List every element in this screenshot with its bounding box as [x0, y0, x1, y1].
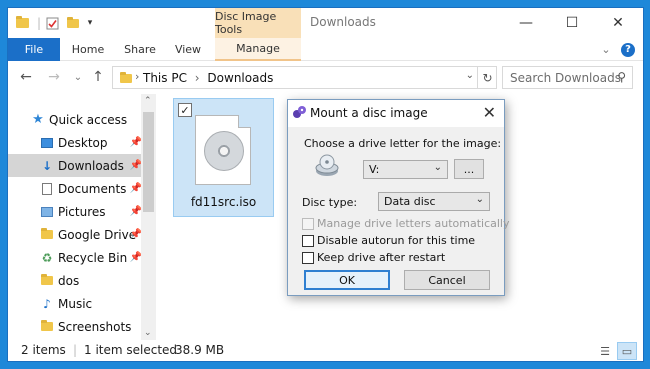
pictures-folder-icon [39, 206, 55, 217]
google-drive-icon [39, 228, 55, 239]
tab-share[interactable]: Share [118, 38, 162, 61]
scroll-up-icon[interactable]: ⌃ [144, 96, 152, 106]
sidebar-item-pictures[interactable]: Pictures 📌 [8, 200, 148, 223]
browse-button[interactable]: ... [454, 159, 484, 179]
scroll-down-icon[interactable]: ⌄ [144, 328, 152, 338]
recent-locations-icon[interactable]: ⌄ [68, 68, 88, 86]
manage-drive-letters-checkbox[interactable] [302, 218, 314, 230]
keep-drive-checkbox[interactable] [302, 252, 314, 264]
item-count: 2 items [21, 343, 66, 357]
manage-drive-letters-label: Manage drive letters automatically [317, 217, 510, 230]
maximize-button[interactable]: ☐ [549, 8, 595, 38]
title-bar: | ▾ Disc Image Tools Downloads — ☐ ✕ [8, 8, 643, 38]
details-view-icon[interactable]: ☰ [595, 342, 615, 360]
desktop-folder-icon [39, 137, 55, 148]
minimize-button[interactable]: — [503, 8, 549, 38]
selection-size: 38.9 MB [175, 343, 225, 357]
disc-type-select[interactable]: Data disc ⌄ [378, 192, 490, 211]
dialog-title: Mount a disc image [310, 106, 428, 120]
scrollbar-thumb[interactable] [143, 112, 154, 212]
drive-icon [314, 153, 340, 182]
ribbon: File Home Share View Manage ⌄ ? [8, 38, 643, 61]
sidebar-item-dos[interactable]: dos [8, 269, 148, 292]
disc-image-tools-tab-header: Disc Image Tools [215, 8, 301, 38]
dialog-close-icon[interactable]: ✕ [483, 103, 496, 122]
breadcrumb: This PC › Downloads [143, 71, 274, 85]
divider: | [36, 16, 42, 30]
address-dropdown-icon[interactable]: ⌄ [466, 70, 474, 81]
up-arrow-icon[interactable]: ↑ [88, 68, 108, 86]
navigation-scrollbar[interactable]: ⌃ ⌄ [141, 94, 156, 340]
refresh-icon[interactable]: ↻ [477, 66, 497, 89]
sidebar-item-music[interactable]: ♪ Music [8, 292, 148, 315]
dialog-title-bar: Mount a disc image ✕ [288, 100, 504, 127]
chevron-down-icon: ⌄ [433, 162, 442, 173]
sidebar-item-screenshots[interactable]: Screenshots [8, 315, 148, 338]
keep-drive-label: Keep drive after restart [317, 251, 446, 264]
music-folder-icon: ♪ [43, 296, 51, 311]
status-bar: 2 items | 1 item selected 38.9 MB ☰ ▭ [8, 340, 643, 361]
search-icon: ⚲ [617, 70, 626, 84]
address-bar[interactable]: › This PC › Downloads ⌄ ↻ [112, 66, 497, 89]
drive-letter-label: Choose a drive letter for the image: [304, 137, 502, 150]
sidebar-item-downloads[interactable]: ↓ Downloads 📌 [8, 154, 148, 177]
file-item[interactable]: ✓ fd11src.iso [173, 98, 274, 217]
star-icon: ★ [32, 112, 44, 127]
properties-icon[interactable] [44, 15, 60, 31]
status-divider: | [73, 343, 78, 357]
help-icon[interactable]: ? [620, 38, 636, 61]
sidebar-item-documents[interactable]: Documents 📌 [8, 177, 148, 200]
search-input[interactable]: Search Downloads ⚲ [502, 66, 633, 89]
documents-folder-icon [39, 182, 55, 195]
breadcrumb-this-pc[interactable]: This PC [143, 71, 187, 85]
address-row: ← → ⌄ ↑ › This PC › Downloads ⌄ ↻ Search… [8, 62, 643, 92]
forward-arrow-icon[interactable]: → [44, 68, 64, 86]
ok-button[interactable]: OK [304, 270, 390, 290]
path-separator: › [135, 70, 140, 83]
customize-quick-access-icon[interactable]: ▾ [84, 15, 96, 31]
downloads-folder-icon [120, 72, 132, 86]
disable-autorun-label: Disable autorun for this time [317, 234, 476, 247]
disc-type-label: Disc type: [302, 196, 358, 209]
sidebar-item-recycle-bin[interactable]: ♻ Recycle Bin 📌 [8, 246, 148, 269]
disable-autorun-checkbox[interactable] [302, 235, 314, 247]
mount-disc-image-dialog: Mount a disc image ✕ Choose a drive lett… [287, 99, 509, 296]
file-name: fd11src.iso [190, 195, 257, 209]
window-title: Downloads [310, 15, 376, 29]
folder-icon [14, 15, 30, 31]
drive-letter-select[interactable]: V: ⌄ [363, 160, 448, 179]
disc-image-icon [195, 115, 251, 185]
sidebar-item-google-drive[interactable]: Google Drive 📌 [8, 223, 148, 246]
close-button[interactable]: ✕ [595, 8, 641, 38]
cancel-button[interactable]: Cancel [404, 270, 490, 290]
tab-manage[interactable]: Manage [215, 38, 301, 61]
sidebar-item-desktop[interactable]: Desktop 📌 [8, 131, 148, 154]
back-arrow-icon[interactable]: ← [16, 68, 36, 86]
new-folder-icon[interactable] [65, 15, 81, 31]
tab-file[interactable]: File [8, 38, 60, 61]
large-icons-view-icon[interactable]: ▭ [617, 342, 637, 360]
selection-count: 1 item selected [84, 343, 178, 357]
folder-icon [39, 320, 55, 331]
chevron-down-icon: ⌄ [475, 194, 484, 205]
breadcrumb-downloads[interactable]: Downloads [207, 71, 273, 85]
folder-icon [39, 274, 55, 285]
expand-ribbon-icon[interactable]: ⌄ [598, 38, 614, 61]
tab-view[interactable]: View [168, 38, 208, 61]
app-logo-icon [292, 105, 307, 123]
recycle-bin-icon: ♻ [41, 250, 53, 265]
downloads-folder-icon: ↓ [41, 158, 53, 173]
navigation-pane: ★ Quick access Desktop 📌 ↓ Downloads 📌 D… [8, 94, 156, 340]
tab-home[interactable]: Home [66, 38, 110, 61]
item-checkbox[interactable]: ✓ [178, 103, 192, 117]
